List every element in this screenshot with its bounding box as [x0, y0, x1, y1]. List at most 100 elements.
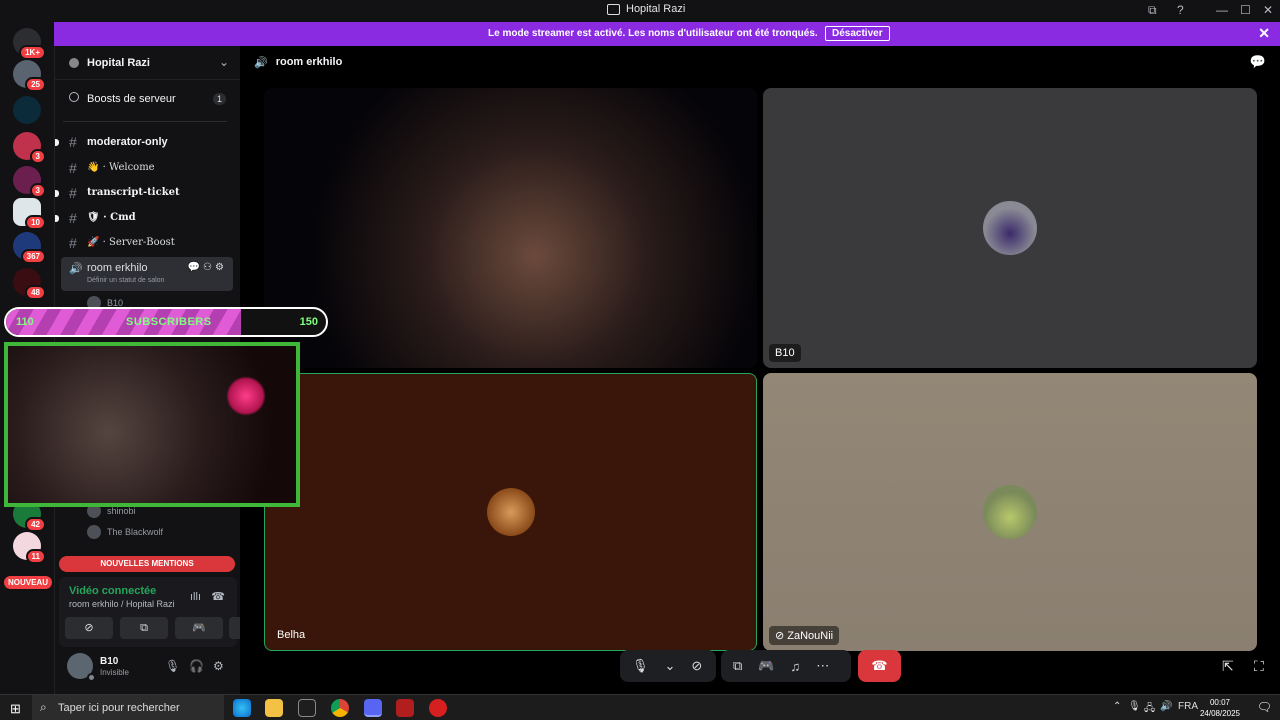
file-explorer-icon[interactable] [265, 699, 283, 717]
camera-off-icon[interactable]: ⊘ [691, 658, 702, 674]
screen-share-icon[interactable]: ⧉ [1148, 3, 1157, 18]
discord-taskbar-icon[interactable] [364, 699, 382, 717]
share-screen-icon[interactable]: ⧉ [733, 658, 742, 674]
channel-name: 👋 · Welcome [87, 162, 155, 173]
tile-label: B10 [769, 344, 801, 362]
voice-user[interactable]: The Blackwolf [87, 525, 163, 539]
guild-header[interactable]: Hopital Razi ⌄ [55, 46, 241, 80]
maximize-button[interactable]: ☐ [1240, 3, 1251, 17]
microphone-icon[interactable]: 🎙 [632, 658, 649, 674]
help-icon[interactable]: ? [1177, 3, 1184, 17]
channel-transcript-ticket[interactable]: # transcript-ticket [55, 182, 233, 204]
server-icon[interactable]: 3 [13, 132, 46, 164]
avatar [486, 488, 535, 536]
tile-label: ⊘ ZaNouNii [769, 626, 840, 645]
channel-status[interactable]: Définir un statut de salon [87, 277, 164, 284]
subscriber-current: 110 [16, 316, 34, 328]
close-banner-icon[interactable]: ✕ [1258, 25, 1270, 42]
close-window-button[interactable]: ✕ [1263, 3, 1273, 17]
server-icon[interactable] [13, 96, 41, 124]
channel-moderator-only[interactable]: # moderator-only [55, 131, 233, 153]
new-unread-pill[interactable]: NOUVEAU [4, 576, 53, 589]
taskbar-search[interactable]: ⌕ Taper ici pour rechercher [32, 695, 224, 720]
windows-start-icon[interactable]: ⊞ [10, 701, 21, 717]
server-badge: 42 [25, 517, 46, 532]
new-mentions-pill[interactable]: NOUVELLES MENTIONS [59, 556, 235, 572]
hash-icon: # [69, 160, 77, 176]
chevron-down-icon[interactable]: ⌄ [219, 55, 229, 69]
voice-status[interactable]: Vidéo connectée [69, 585, 156, 597]
hash-icon: # [69, 235, 77, 251]
divider [63, 121, 227, 122]
video-tile-zanounii[interactable]: ⊘ ZaNouNii [763, 373, 1257, 651]
channel-actions[interactable]: 💬⚇⚙ [188, 262, 227, 273]
boosts-count-badge: 1 [212, 93, 226, 105]
voice-channel-room-erkhilo[interactable]: 🔊 room erkhilo 💬⚇⚙ Définir un statut de … [61, 257, 233, 291]
clock-time: 00:07 [1209, 698, 1230, 707]
server-icon[interactable]: 25 [13, 60, 46, 92]
channel-cmd[interactable]: # 🛡 · Cmd [55, 207, 233, 229]
server-badge: 25 [25, 77, 46, 92]
voice-room[interactable]: room erkhilo / Hopital Razi [69, 599, 175, 609]
avatar [87, 525, 101, 539]
chevron-down-icon[interactable]: ⌄ [665, 658, 676, 674]
share-screen-button[interactable]: ⧉ [120, 617, 168, 639]
more-options-icon[interactable]: ⋯ [816, 658, 829, 674]
recording-app-icon[interactable] [429, 699, 447, 717]
disable-streamer-button[interactable]: Désactiver [825, 26, 890, 41]
username[interactable]: B10 [100, 656, 118, 667]
soundboard-icon[interactable]: ♫ [790, 659, 800, 674]
video-tile-belha[interactable]: Belha [264, 373, 757, 651]
notifications-icon[interactable]: 🗨 [1257, 700, 1272, 714]
activities-button[interactable]: 🎮 [175, 617, 223, 639]
input-language[interactable]: FRA [1178, 701, 1198, 712]
chrome-icon[interactable] [331, 699, 349, 717]
windows-taskbar: ⊞ ⌕ Taper ici pour rechercher ⌃ 🎙 🖧 🔊 FR… [0, 694, 1280, 720]
pop-out-icon[interactable]: ⇱ [1222, 658, 1234, 675]
network-icon[interactable]: 🖧 [1144, 701, 1155, 718]
microphone-icon[interactable]: 🎙 [165, 659, 180, 673]
headphones-icon[interactable]: 🎧 [189, 659, 204, 673]
channel-name: room erkhilo [87, 262, 148, 274]
video-tile-main-stream[interactable]: a [264, 88, 757, 368]
channel-server-boost[interactable]: # 🚀 · Server-Boost [61, 232, 233, 254]
server-icon-active[interactable]: 10 [13, 198, 46, 230]
fullscreen-icon[interactable]: ⛶ [1254, 658, 1264, 675]
subscriber-goal: 150 [299, 316, 318, 328]
avatar [983, 201, 1037, 255]
system-clock[interactable]: 00:07 24/08/2025 [1200, 697, 1240, 719]
settings-gear-icon[interactable]: ⚙ [213, 659, 224, 673]
camera-off-button[interactable]: ⊘ [65, 617, 113, 639]
chat-bubble-icon[interactable]: 💬 [1250, 54, 1266, 70]
speaker-icon: 🔊 [254, 57, 268, 69]
speaker-icon: 🔊 [69, 263, 83, 275]
activities-icon[interactable]: 🎮 [758, 658, 774, 674]
server-icon[interactable]: 48 [13, 268, 46, 300]
direct-messages-icon[interactable]: 1K+ [13, 28, 46, 60]
video-tile-b10[interactable]: B10 [763, 88, 1257, 368]
voice-app-icon[interactable] [396, 699, 414, 717]
mic-camera-controls: 🎙 ⌄ ⊘ ⌄ [620, 650, 729, 682]
store-icon[interactable] [298, 699, 316, 717]
disconnect-button[interactable]: ☎ [858, 650, 901, 682]
hexagon-light [226, 376, 266, 416]
banner-text: Le mode streamer est activé. Les noms d'… [488, 28, 818, 39]
server-icon[interactable]: 11 [13, 532, 46, 564]
disconnect-icon[interactable]: ☎ [211, 590, 225, 603]
server-boosts-item[interactable]: Boosts de serveur [87, 93, 176, 105]
server-badge: 367 [20, 249, 46, 264]
server-badge: 1K+ [19, 45, 46, 60]
minimize-button[interactable]: — [1216, 3, 1228, 17]
server-icon[interactable]: 3 [13, 166, 46, 198]
edge-icon[interactable] [233, 699, 251, 717]
avatar [983, 485, 1037, 539]
server-icon[interactable]: 367 [13, 232, 46, 264]
noise-suppression-icon[interactable]: ıllı [190, 591, 201, 603]
tile-label: Belha [277, 629, 306, 641]
tray-expand-icon[interactable]: ⌃ [1113, 701, 1121, 712]
clock-date: 24/08/2025 [1199, 709, 1240, 718]
channel-welcome[interactable]: # 👋 · Welcome [61, 157, 233, 179]
volume-icon[interactable]: 🔊 [1160, 701, 1172, 712]
tray-mic-icon[interactable]: 🎙 [1128, 701, 1141, 712]
server-badge: 3 [29, 183, 46, 198]
